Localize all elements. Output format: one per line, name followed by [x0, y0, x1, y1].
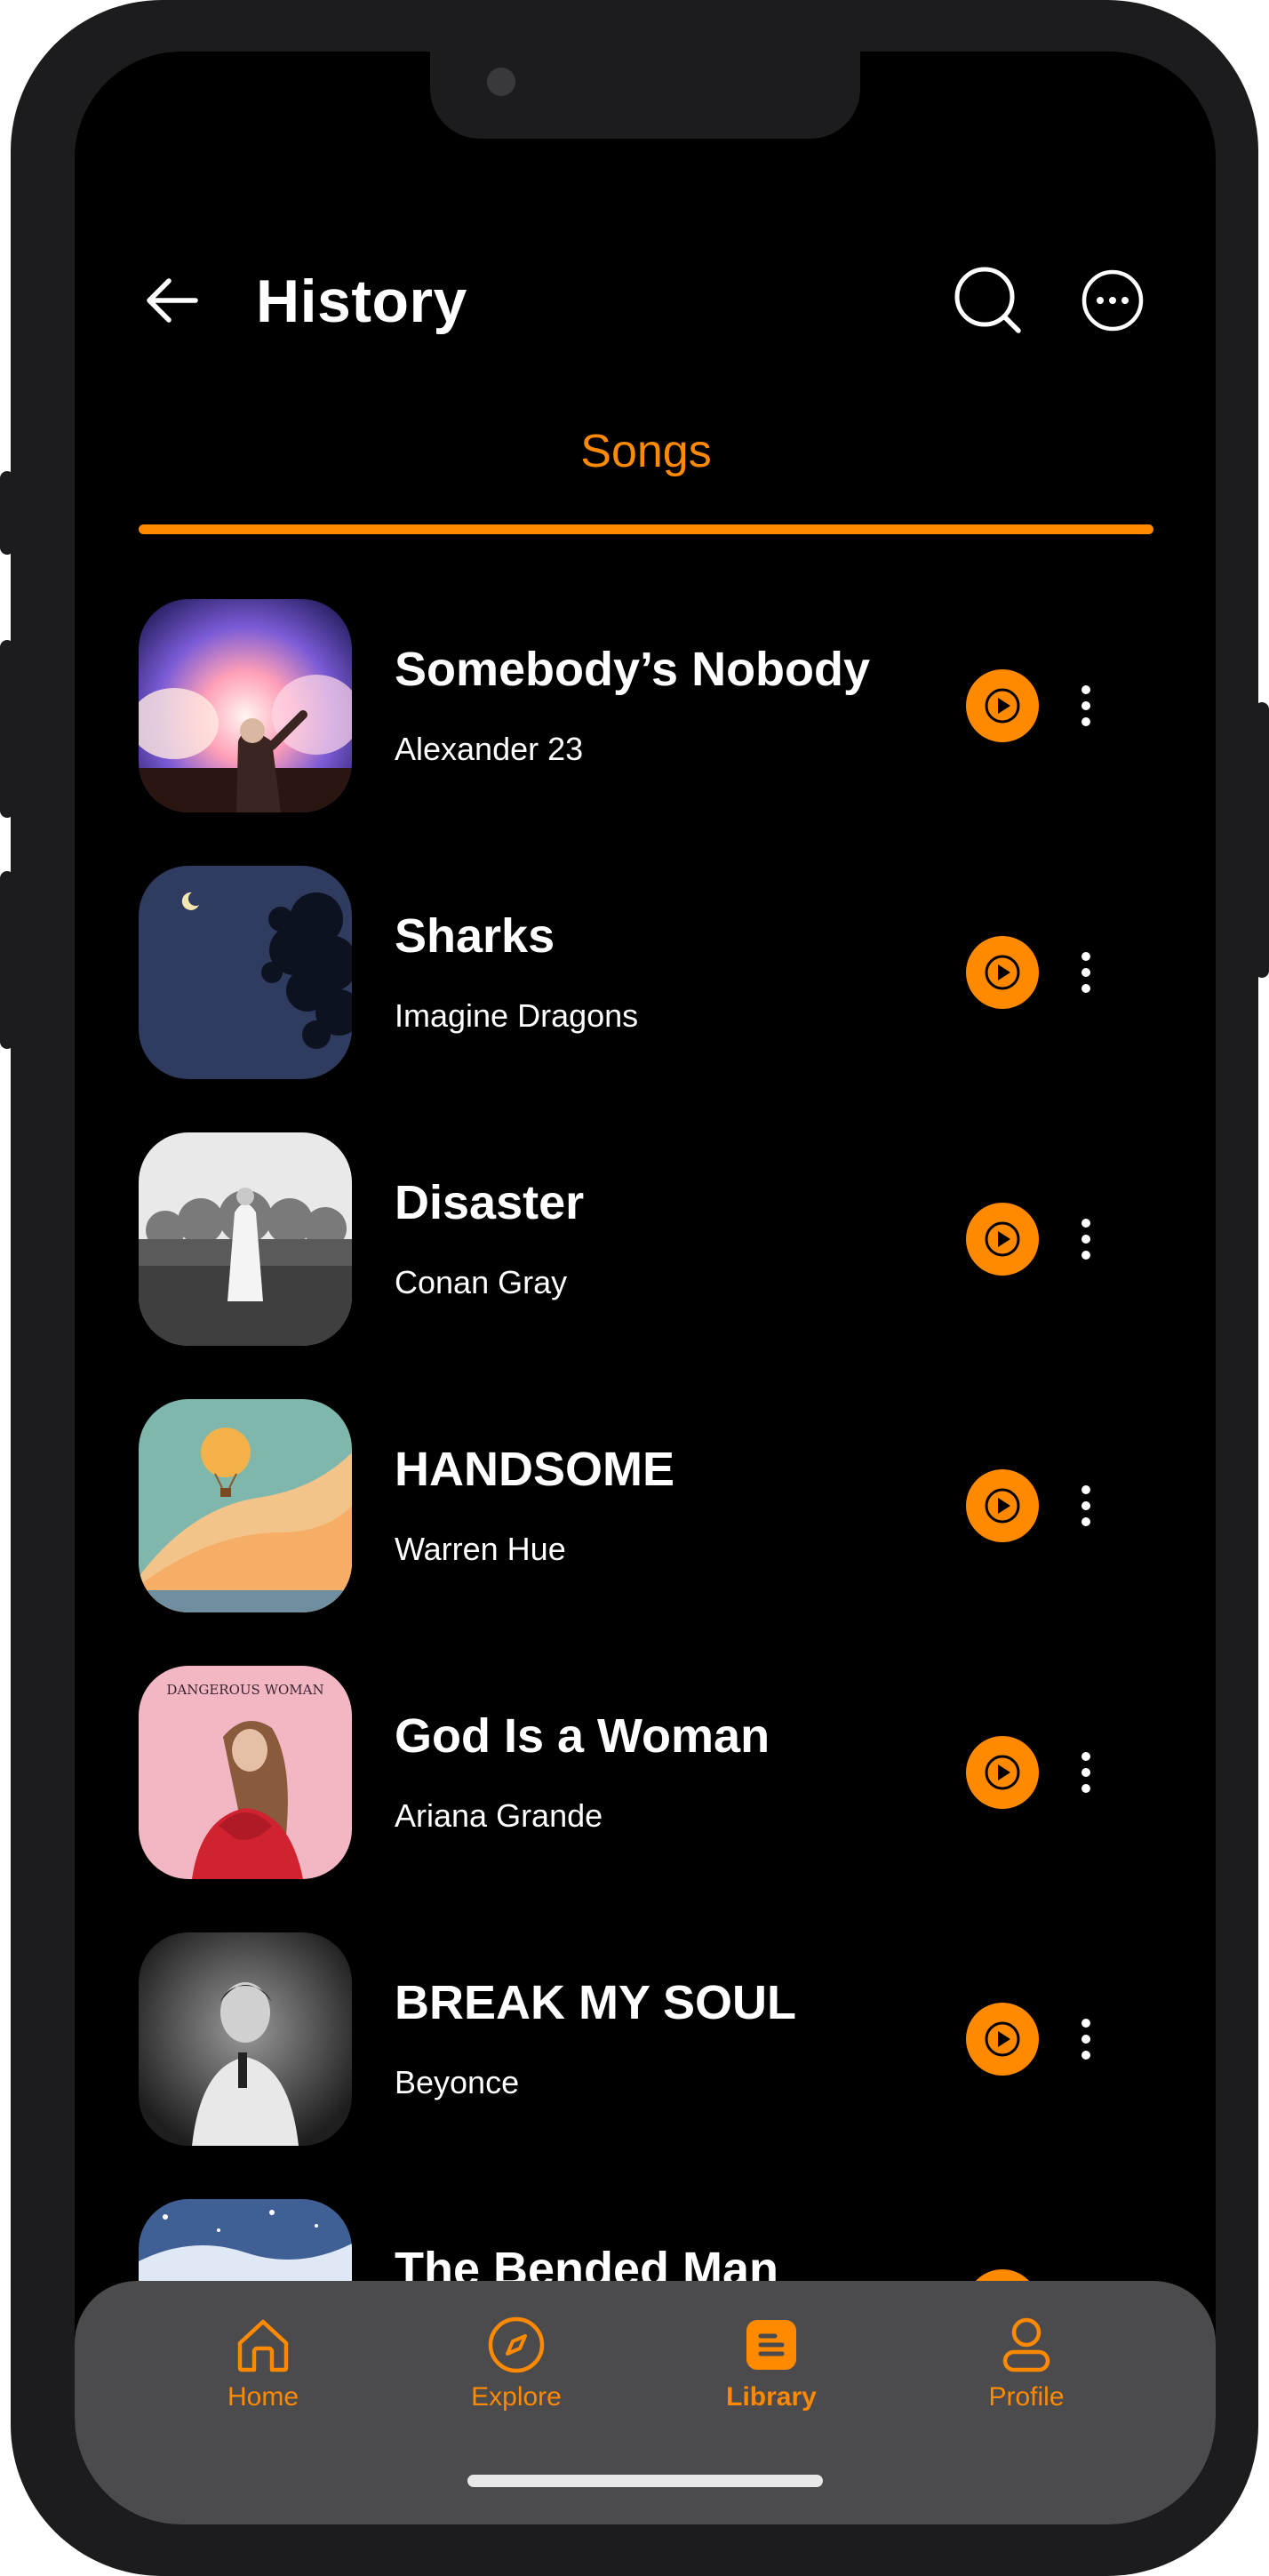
more-vertical-icon[interactable] — [1068, 1737, 1104, 1808]
home-icon — [237, 2319, 289, 2372]
cover-text: DANGEROUS WOMAN — [166, 1682, 323, 1698]
play-icon — [985, 955, 1020, 990]
hot-air-balloon-cover — [139, 1399, 352, 1612]
play-icon — [985, 1755, 1020, 1790]
play-button[interactable] — [966, 2003, 1039, 2076]
more-vertical-icon[interactable] — [1068, 1470, 1104, 1541]
song-artist: Beyonce — [395, 2064, 520, 2100]
home-indicator — [467, 2475, 823, 2487]
song-row[interactable]: BREAK MY SOUL Beyonce — [75, 1932, 1216, 2146]
bottom-nav: Home Explore Library Profile — [75, 2281, 1216, 2524]
play-button[interactable] — [966, 1203, 1039, 1276]
song-row[interactable]: Disaster Conan Gray — [75, 1132, 1216, 1346]
play-icon — [985, 1488, 1020, 1524]
night-sky-tree-cover — [139, 866, 352, 1079]
nav-item-library[interactable]: Library — [682, 2313, 860, 2420]
more-vertical-icon[interactable] — [1068, 2004, 1104, 2075]
play-button[interactable] — [966, 669, 1039, 742]
song-row[interactable]: Sharks Imagine Dragons — [75, 866, 1216, 1079]
song-artist: Alexander 23 — [395, 731, 584, 767]
library-icon — [746, 2320, 796, 2370]
phone-screen: History Songs Somebody’s Nobody Alexande… — [75, 52, 1216, 2524]
nav-label: Explore — [471, 2382, 562, 2412]
nav-label: Home — [227, 2382, 299, 2412]
profile-icon — [1002, 2317, 1050, 2372]
play-button[interactable] — [966, 936, 1039, 1009]
play-button[interactable] — [966, 1736, 1039, 1809]
song-list: Somebody’s Nobody Alexander 23 Sharks Im… — [75, 52, 1216, 2524]
black-white-portrait-cover — [139, 1932, 352, 2146]
nav-label: Profile — [988, 2382, 1065, 2412]
song-row[interactable]: HANDSOME Warren Hue — [75, 1399, 1216, 1612]
dangerous-woman-cover: DANGEROUS WOMAN — [139, 1666, 352, 1879]
nav-item-home[interactable]: Home — [174, 2313, 352, 2420]
nav-label: Library — [726, 2382, 817, 2412]
song-row[interactable]: Somebody’s Nobody Alexander 23 — [75, 599, 1216, 812]
concert-crowd-cover — [139, 599, 352, 812]
song-row[interactable]: DANGEROUS WOMAN God Is a Woman Ariana Gr… — [75, 1666, 1216, 1879]
more-vertical-icon[interactable] — [1068, 1204, 1104, 1275]
compass-icon — [488, 2316, 545, 2373]
grass-field-cover — [139, 1132, 352, 1346]
play-icon — [985, 688, 1020, 724]
song-title: Somebody’s Nobody — [395, 643, 871, 696]
more-vertical-icon[interactable] — [1068, 670, 1104, 741]
more-vertical-icon[interactable] — [1068, 937, 1104, 1008]
song-title: HANDSOME — [395, 1443, 675, 1496]
play-icon — [985, 1221, 1020, 1257]
song-artist: Warren Hue — [395, 1531, 566, 1567]
nav-item-profile[interactable]: Profile — [938, 2313, 1115, 2420]
song-artist: Imagine Dragons — [395, 997, 639, 1034]
song-title: Disaster — [395, 1176, 585, 1229]
phone-frame: History Songs Somebody’s Nobody Alexande… — [11, 0, 1258, 2576]
song-title: Sharks — [395, 909, 555, 963]
song-artist: Ariana Grande — [395, 1797, 603, 1834]
play-button[interactable] — [966, 1469, 1039, 1542]
song-title: God Is a Woman — [395, 1709, 770, 1763]
song-artist: Conan Gray — [395, 1264, 568, 1300]
song-title: BREAK MY SOUL — [395, 1976, 797, 2029]
nav-item-explore[interactable]: Explore — [427, 2313, 605, 2420]
play-icon — [985, 2021, 1020, 2057]
